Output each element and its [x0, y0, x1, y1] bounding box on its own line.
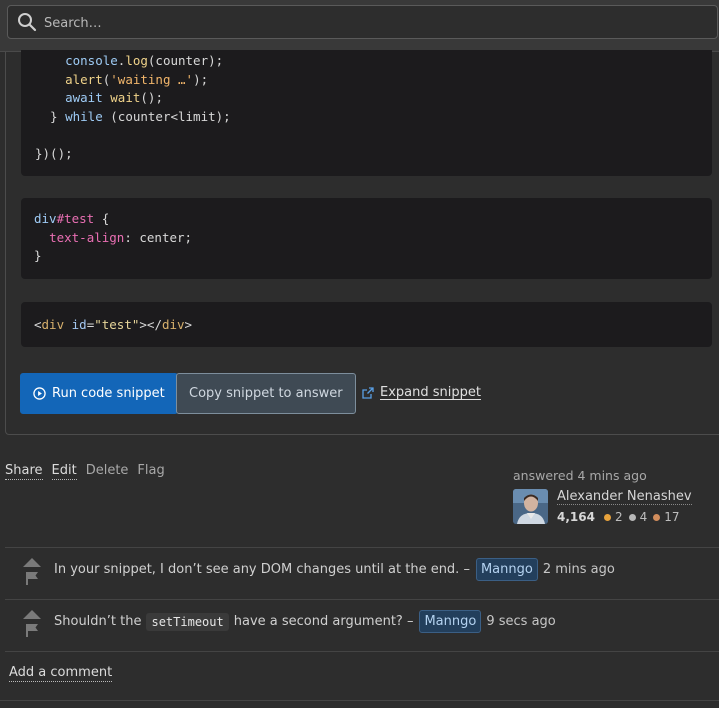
share-link[interactable]: Share [5, 463, 43, 480]
run-code-snippet-button[interactable]: Run code snippet [20, 373, 178, 414]
code-line: text-align: center; [49, 229, 193, 245]
external-link-icon [362, 386, 374, 399]
comment-text-after: have a second argument? – [233, 614, 414, 629]
code-line: div#test { [34, 211, 110, 226]
code-line: })(); [35, 145, 73, 161]
delete-link[interactable]: Delete [86, 463, 129, 480]
answered-prefix: answered [513, 468, 574, 483]
divider [0, 700, 719, 701]
play-circle-icon [33, 387, 46, 400]
user-card: answered 4 mins ago Alexander Nenashev 4… [513, 468, 713, 524]
user-name-link[interactable]: Alexander Nenashev [557, 489, 692, 505]
snippet-panel: console.log(counter); alert('waiting …')… [5, 50, 719, 435]
flag-icon[interactable] [25, 623, 39, 637]
code-line: } [34, 248, 42, 264]
search-icon [18, 13, 37, 32]
comment-actions [23, 558, 43, 585]
copy-snippet-button[interactable]: Copy snippet to answer [176, 373, 356, 414]
html-code-block: <div id="test"></div> [21, 302, 712, 347]
comment-text-before: Shouldn’t the [54, 614, 142, 629]
search-box[interactable] [7, 5, 718, 40]
inline-code: setTimeout [146, 612, 229, 631]
comment-item: In your snippet, I don’t see any DOM cha… [5, 547, 719, 599]
code-line: alert('waiting …'); [65, 71, 209, 87]
run-button-label: Run code snippet [52, 386, 165, 401]
post-menu: Share Edit Delete Flag [5, 463, 165, 480]
add-comment-link[interactable]: Add a comment [9, 665, 113, 682]
comment-user-link[interactable]: Manngo [419, 610, 482, 633]
bronze-badge-count: 17 [664, 510, 680, 524]
expand-link-label: Expand snippet [380, 385, 481, 400]
comment-text: In your snippet, I don’t see any DOM cha… [54, 562, 470, 577]
silver-badge-count: 4 [639, 510, 648, 524]
comment-user-link[interactable]: Manngo [475, 558, 538, 581]
gold-badge-icon [603, 513, 611, 521]
comment-body: In your snippet, I don’t see any DOM cha… [54, 558, 615, 581]
top-search-bar [0, 0, 719, 52]
edit-link[interactable]: Edit [51, 463, 77, 480]
comment-body: Shouldn’t the setTimeout have a second a… [54, 610, 556, 633]
gold-badge-count: 2 [614, 510, 623, 524]
copy-button-label: Copy snippet to answer [189, 386, 343, 401]
comment-actions [23, 610, 43, 637]
user-stats: 4,164 2 4 17 [557, 510, 680, 524]
code-line: <div id="test"></div> [34, 317, 193, 332]
answered-time: answered 4 mins ago [513, 468, 713, 483]
comment-time[interactable]: 9 secs ago [486, 614, 555, 629]
reputation: 4,164 [557, 510, 595, 524]
flag-link[interactable]: Flag [137, 463, 164, 480]
css-code-block: div#test { text-align: center; } [21, 198, 712, 279]
code-line: } while (counter<limit); [35, 108, 231, 124]
js-code-block: console.log(counter); alert('waiting …')… [21, 50, 712, 176]
expand-snippet-link[interactable]: Expand snippet [362, 385, 481, 400]
comment-item: Shouldn’t the setTimeout have a second a… [5, 599, 719, 652]
upvote-icon[interactable] [23, 558, 41, 567]
flag-icon[interactable] [25, 571, 39, 585]
answered-time-value[interactable]: 4 mins ago [577, 468, 646, 483]
user-photo-icon [513, 489, 548, 524]
code-line: console.log(counter); [65, 53, 224, 68]
silver-badge-icon [628, 513, 636, 521]
code-line: await wait(); [65, 90, 163, 106]
comment-time[interactable]: 2 mins ago [543, 562, 615, 577]
search-input[interactable] [42, 6, 706, 40]
bronze-badge-icon [653, 513, 661, 521]
avatar[interactable] [513, 489, 548, 524]
upvote-icon[interactable] [23, 610, 41, 619]
